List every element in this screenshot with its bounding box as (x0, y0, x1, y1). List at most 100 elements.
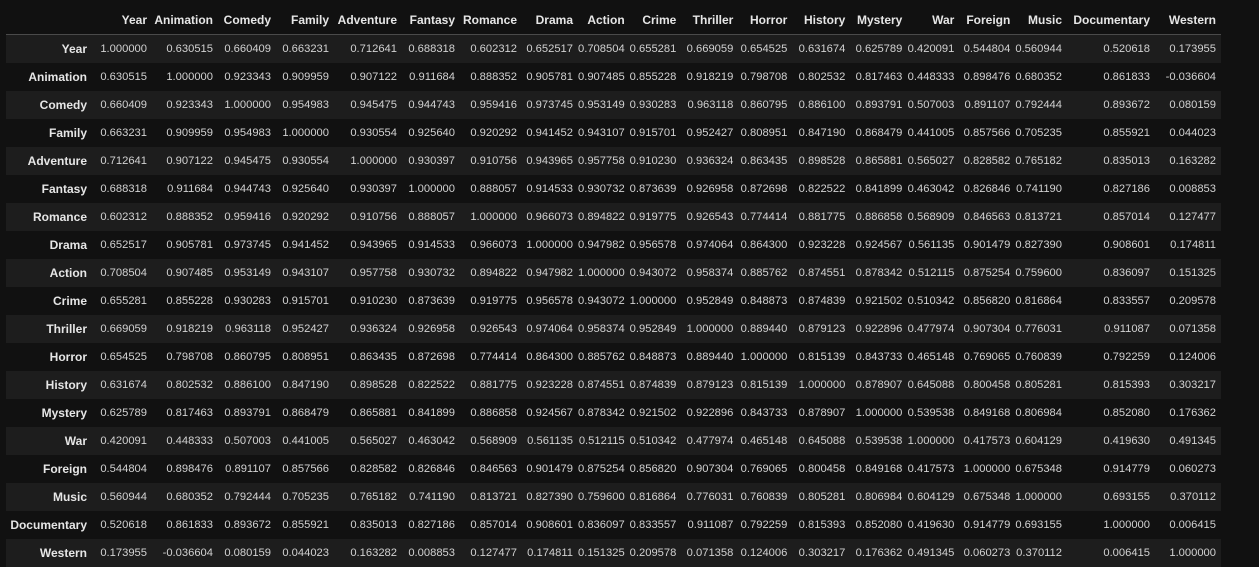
table-cell: 0.954983 (282, 99, 329, 111)
table-cell: 0.822522 (408, 379, 455, 391)
table-cell: 0.836097 (1103, 267, 1151, 279)
column-header: Animation (152, 6, 218, 35)
table-cell: 0.923343 (166, 99, 213, 111)
table-cell: 0.930283 (629, 99, 677, 111)
table-cell: 0.901479 (526, 463, 573, 475)
table-cell: 0.855921 (282, 519, 329, 531)
table-cell: 0.872698 (408, 351, 455, 363)
table-cell: 0.843733 (740, 407, 788, 419)
table-cell: 0.893791 (224, 407, 271, 419)
column-header: War (907, 6, 960, 35)
table-row: Western 0.173955 -0.036604 0.080159 0.044023… (6, 539, 1222, 567)
table-cell: 0.645088 (907, 379, 955, 391)
table-cell: 0.886858 (855, 211, 903, 223)
table-cell: 0.827390 (1015, 239, 1063, 251)
table-cell: -0.036604 (1165, 71, 1217, 83)
table-cell: 0.943965 (350, 239, 397, 251)
table-cell: 0.071358 (686, 547, 734, 559)
table-cell: 0.760839 (740, 491, 788, 503)
table-cell: 0.863435 (740, 155, 788, 167)
table-cell: 0.822522 (798, 183, 846, 195)
table-cell: 0.966073 (526, 211, 573, 223)
table-cell: 0.855921 (1103, 127, 1151, 139)
table-cell: 0.568909 (907, 211, 955, 223)
table-cell: 0.914779 (963, 519, 1011, 531)
table-cell: 0.959416 (224, 211, 271, 223)
row-label: Romance (32, 210, 87, 224)
table-cell: 0.898476 (166, 463, 213, 475)
table-row: Music 0.560944 0.680352 0.792444 0.705235 0.7… (6, 483, 1222, 511)
table-cell: 0.943107 (578, 127, 625, 139)
table-cell: 0.833557 (1103, 295, 1151, 307)
table-cell: 0.911684 (409, 71, 455, 83)
table-cell: 0.417573 (907, 463, 955, 475)
table-cell: 0.044023 (1169, 127, 1217, 139)
table-row: Adventure 0.712641 0.907122 0.945475 0.93055… (6, 147, 1222, 175)
row-label: History (45, 378, 87, 392)
table-cell: 0.675348 (1015, 463, 1063, 475)
table-cell: 0.941452 (282, 239, 329, 251)
table-cell: 0.654525 (100, 351, 147, 363)
table-cell: 0.918219 (166, 323, 213, 335)
table-cell: 0.888057 (470, 183, 517, 195)
table-cell: 0.930554 (282, 155, 329, 167)
column-header: Family (276, 6, 334, 35)
table-cell: 0.909959 (166, 127, 213, 139)
table-cell: 0.914779 (1103, 463, 1151, 475)
table-cell: 0.889440 (740, 323, 788, 335)
table-cell: 0.209578 (629, 547, 677, 559)
table-cell: 0.774414 (740, 211, 788, 223)
table-cell: 0.510342 (629, 435, 677, 447)
table-cell: 0.881775 (470, 379, 517, 391)
table-cell: 0.886100 (798, 99, 846, 111)
table-cell: 1.000000 (855, 407, 903, 419)
table-cell: 0.936324 (350, 323, 397, 335)
table-cell: 0.124006 (1169, 351, 1217, 363)
table-cell: 0.174811 (527, 547, 573, 559)
table-cell: 0.945475 (350, 99, 397, 111)
table-cell: 1.000000 (1015, 491, 1063, 503)
table-cell: 0.864300 (740, 239, 788, 251)
table-cell: 0.930397 (408, 155, 455, 167)
table-cell: 0.512115 (578, 435, 625, 447)
table-cell: 0.604129 (1015, 435, 1063, 447)
row-label: Animation (28, 70, 87, 84)
table-cell: 0.947982 (526, 267, 573, 279)
table-cell: 0.151325 (1169, 267, 1217, 279)
table-cell: 0.769065 (740, 463, 788, 475)
table-cell: 0.507003 (907, 99, 955, 111)
table-cell: 0.872698 (740, 183, 788, 195)
table-cell: 0.765182 (1015, 155, 1063, 167)
table-cell: 0.663231 (282, 43, 329, 55)
table-cell: 0.209578 (1169, 295, 1217, 307)
table-cell: 0.920292 (282, 211, 329, 223)
table-cell: 0.080159 (1169, 99, 1217, 111)
table-row: Action 0.708504 0.907485 0.953149 0.943107 0.… (6, 259, 1222, 287)
table-cell: 0.910230 (629, 155, 677, 167)
table-cell: 0.885762 (740, 267, 788, 279)
row-label: Fantasy (41, 182, 87, 196)
table-cell: 0.889440 (686, 351, 734, 363)
table-row: Thriller 0.669059 0.918219 0.963118 0.952427… (6, 315, 1222, 343)
table-cell: 0.868479 (855, 127, 903, 139)
table-cell: 0.855228 (166, 295, 213, 307)
table-cell: 0.930732 (408, 267, 455, 279)
table-cell: 0.688318 (100, 183, 147, 195)
table-cell: 0.806984 (1015, 407, 1063, 419)
table-cell: 0.907304 (963, 323, 1011, 335)
table-cell: 0.669059 (686, 43, 734, 55)
table-cell: 0.044023 (282, 547, 329, 559)
table-cell: 0.769065 (963, 351, 1011, 363)
table-cell: 0.914533 (408, 239, 455, 251)
table-cell: 0.878342 (578, 407, 625, 419)
table-cell: 1.000000 (1103, 519, 1151, 531)
table-cell: 0.849168 (963, 407, 1011, 419)
table-cell: -0.036604 (162, 547, 213, 559)
table-cell: 0.124006 (740, 547, 788, 559)
table-cell: 0.776031 (1015, 323, 1063, 335)
table-cell: 0.909959 (282, 71, 329, 83)
table-cell: 0.861833 (1103, 71, 1151, 83)
table-cell: 0.708504 (578, 43, 625, 55)
table-cell: 0.604129 (907, 491, 955, 503)
table-cell: 0.463042 (408, 435, 455, 447)
